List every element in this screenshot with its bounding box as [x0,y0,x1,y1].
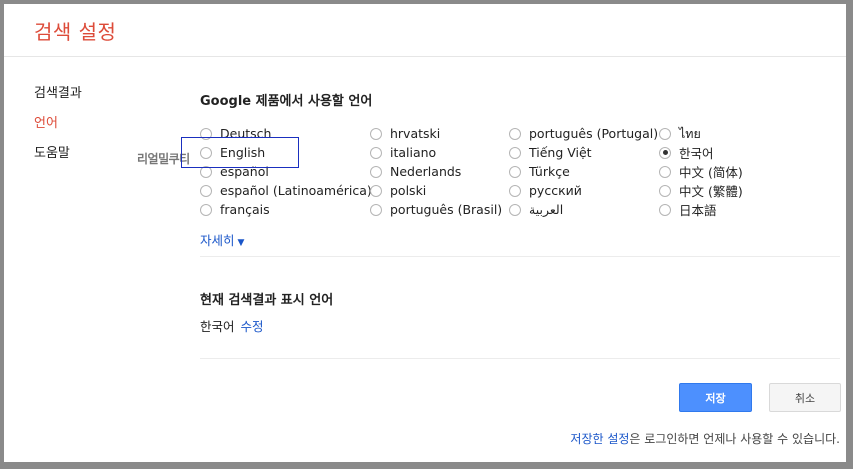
language-option[interactable]: العربية [509,200,658,219]
sidebar-item-search-results[interactable]: 검색결과 [34,84,82,114]
radio-icon[interactable] [200,184,212,197]
radio-icon[interactable] [509,146,521,159]
sidebar-item-language[interactable]: 언어 [34,114,82,144]
language-option-label: ไทย [679,125,701,141]
language-option[interactable]: Tiếng Việt [509,143,658,162]
header: 검색 설정 [4,4,846,57]
language-option-label: русский [529,183,582,198]
page-title: 검색 설정 [34,20,117,44]
language-option[interactable]: italiano [370,143,502,162]
more-languages-link[interactable]: 자세히 ▼ [200,230,244,249]
divider [200,358,840,359]
language-option-label: العربية [529,202,564,217]
language-option-label: português (Brasil) [390,202,503,217]
language-option-label: français [220,202,270,217]
sidebar: 검색결과 언어 도움말 [34,84,82,174]
current-language-title: 현재 검색결과 표시 언어 [200,293,334,308]
language-option[interactable]: português (Portugal) [509,124,658,143]
language-option-label: Nederlands [390,164,462,179]
radio-icon[interactable] [509,184,521,197]
radio-checked-icon[interactable] [659,146,671,159]
cancel-button[interactable]: 취소 [769,383,841,412]
language-option[interactable]: polski [370,181,502,200]
radio-icon[interactable] [370,184,382,197]
language-option-label: español (Latinoamérica) [220,183,372,198]
footer-note-text: 은 로그인하면 언제나 사용할 수 있습니다. [629,432,840,446]
radio-icon[interactable] [370,203,382,216]
language-section-title: Google 제품에서 사용할 언어 [200,94,373,109]
language-option-label: português (Portugal) [529,126,659,141]
language-option[interactable]: português (Brasil) [370,200,502,219]
language-option[interactable]: Türkçe [509,162,658,181]
saved-settings-link[interactable]: 저장한 설정 [570,432,629,446]
language-option-label: italiano [390,145,437,160]
language-option[interactable]: русский [509,181,658,200]
language-column: hrvatski italiano Nederlands polski port… [370,124,502,219]
radio-icon[interactable] [509,165,521,178]
language-option[interactable]: español (Latinoamérica) [200,181,372,200]
radio-icon[interactable] [370,146,382,159]
language-column: ไทย 한국어 中文 (简体) 中文 (繁體) 日本語 [659,124,743,219]
radio-icon[interactable] [659,184,671,197]
save-button[interactable]: 저장 [679,383,752,412]
sidebar-item-help[interactable]: 도움말 [34,144,82,174]
radio-icon[interactable] [370,127,382,140]
language-option[interactable]: Nederlands [370,162,502,181]
language-option[interactable]: 日本語 [659,200,743,219]
language-option[interactable]: français [200,200,372,219]
language-option-label: 日本語 [679,203,717,218]
radio-icon[interactable] [370,165,382,178]
language-option[interactable]: 中文 (简体) [659,162,743,181]
language-option[interactable]: hrvatski [370,124,502,143]
radio-icon[interactable] [509,203,521,216]
footer-note: 저장한 설정은 로그인하면 언제나 사용할 수 있습니다. [570,430,840,447]
radio-icon[interactable] [659,127,671,140]
edit-language-link[interactable]: 수정 [241,319,264,334]
divider [200,256,840,257]
language-option-label: hrvatski [390,126,441,141]
language-option-label: 中文 (繁體) [679,184,743,199]
language-option-label: Türkçe [529,164,570,179]
language-option-selected[interactable]: 한국어 [659,143,743,162]
current-language-value: 한국어 [200,319,235,334]
radio-icon[interactable] [659,165,671,178]
language-option[interactable]: 中文 (繁體) [659,181,743,200]
more-languages-label: 자세히 [200,233,235,248]
caret-down-icon: ▼ [237,238,245,248]
language-option-label: polski [390,183,427,198]
radio-icon[interactable] [659,203,671,216]
language-option-label: Tiếng Việt [529,145,592,160]
language-option[interactable]: ไทย [659,124,743,143]
highlight-box [181,137,299,168]
radio-icon[interactable] [509,127,521,140]
language-option-label: 한국어 [679,146,714,161]
language-option-label: 中文 (简体) [679,165,743,180]
settings-window: 검색 설정 검색결과 언어 도움말 Google 제품에서 사용할 언어 Deu… [4,4,846,462]
radio-icon[interactable] [200,203,212,216]
current-language: 한국어 수정 [200,316,264,335]
language-column: português (Portugal) Tiếng Việt Türkçe р… [509,124,658,219]
